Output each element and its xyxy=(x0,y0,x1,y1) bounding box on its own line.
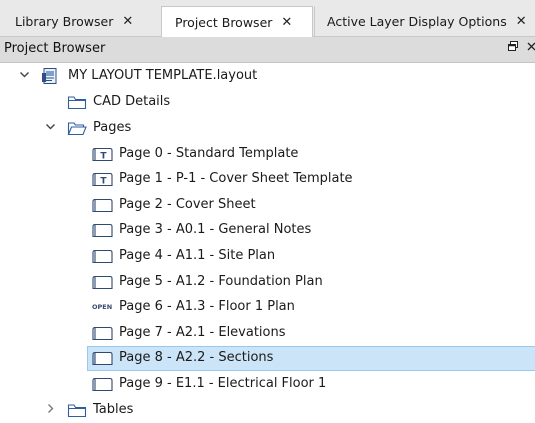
tree-item-root[interactable]: MY LAYOUT TEMPLATE.layout xyxy=(0,64,535,89)
tree-item-cad-details[interactable]: CAD Details xyxy=(0,90,535,115)
template-page-icon: T xyxy=(92,147,114,162)
folder-open-icon xyxy=(67,121,89,136)
close-tab-icon[interactable]: ✕ xyxy=(516,14,527,29)
project-tree: MY LAYOUT TEMPLATE.layout CAD Details Pa… xyxy=(0,62,535,423)
close-tab-icon[interactable]: ✕ xyxy=(122,14,133,29)
folder-icon xyxy=(67,403,89,418)
tree-item-label: Page 4 - A1.1 - Site Plan xyxy=(119,248,276,263)
page-icon xyxy=(92,326,114,341)
tree-item-label: Page 5 - A1.2 - Foundation Plan xyxy=(119,274,323,289)
tree-item-label: Page 3 - A0.1 - General Notes xyxy=(119,222,312,237)
page-icon xyxy=(92,223,114,238)
tree-item-label: Page 8 - A2.2 - Sections xyxy=(119,350,274,365)
page-icon xyxy=(92,249,114,264)
page-item-6[interactable]: OPEN Page 6 - A1.3 - Floor 1 Plan xyxy=(0,295,535,320)
tree-item-label: Pages xyxy=(93,120,132,135)
tree-item-label: Page 1 - P-1 - Cover Sheet Template xyxy=(119,171,353,186)
close-tab-icon[interactable]: ✕ xyxy=(281,15,292,30)
tree-item-label: Page 7 - A2.1 - Elevations xyxy=(119,325,286,340)
tab-library-browser[interactable]: Library Browser ✕ xyxy=(0,6,160,36)
tree-item-label: Tables xyxy=(93,402,134,417)
page-item-0[interactable]: T Page 0 - Standard Template xyxy=(0,142,535,167)
tab-bar: Library Browser ✕ Project Browser ✕ Acti… xyxy=(0,0,535,37)
panel-title: Project Browser xyxy=(4,41,106,56)
tree-item-label: Page 0 - Standard Template xyxy=(119,146,299,161)
page-icon xyxy=(92,377,114,392)
tab-label: Project Browser xyxy=(175,14,273,30)
tree-item-label: Page 6 - A1.3 - Floor 1 Plan xyxy=(119,299,295,314)
float-icon[interactable] xyxy=(507,40,519,55)
page-item-3[interactable]: Page 3 - A0.1 - General Notes xyxy=(0,218,535,243)
page-item-5[interactable]: Page 5 - A1.2 - Foundation Plan xyxy=(0,270,535,295)
tree-item-pages[interactable]: Pages xyxy=(0,116,535,141)
panel-header: Project Browser xyxy=(0,37,535,63)
page-icon xyxy=(92,351,114,366)
page-item-8[interactable]: Page 8 - A2.2 - Sections xyxy=(0,346,535,371)
tree-item-label: MY LAYOUT TEMPLATE.layout xyxy=(68,68,258,83)
tab-label: Library Browser xyxy=(15,14,114,29)
svg-text:T: T xyxy=(100,177,107,187)
tab-label: Active Layer Display Options xyxy=(327,14,507,29)
chevron-right-icon[interactable] xyxy=(43,402,57,418)
open-page-icon: OPEN xyxy=(92,303,113,311)
template-page-icon: T xyxy=(92,172,114,187)
page-item-1[interactable]: T Page 1 - P-1 - Cover Sheet Template xyxy=(0,167,535,192)
page-item-9[interactable]: Page 9 - E1.1 - Electrical Floor 1 xyxy=(0,372,535,397)
chevron-down-icon[interactable] xyxy=(17,68,31,84)
page-icon xyxy=(92,275,114,290)
tab-active-layer-display-options[interactable]: Active Layer Display Options ✕ xyxy=(314,6,535,36)
tree-item-label: Page 2 - Cover Sheet xyxy=(119,197,256,212)
chevron-down-icon[interactable] xyxy=(43,120,57,136)
tree-item-label: Page 9 - E1.1 - Electrical Floor 1 xyxy=(119,376,327,391)
tree-item-tables[interactable]: Tables xyxy=(0,398,535,423)
layout-file-icon xyxy=(41,67,63,84)
svg-text:T: T xyxy=(100,152,107,162)
close-icon[interactable] xyxy=(527,40,535,55)
page-item-7[interactable]: Page 7 - A2.1 - Elevations xyxy=(0,321,535,346)
page-icon xyxy=(92,198,114,213)
panel-controls xyxy=(507,40,535,55)
tree-item-label: CAD Details xyxy=(93,94,171,109)
page-item-2[interactable]: Page 2 - Cover Sheet xyxy=(0,193,535,218)
tab-project-browser[interactable]: Project Browser ✕ xyxy=(161,6,313,37)
page-item-4[interactable]: Page 4 - A1.1 - Site Plan xyxy=(0,244,535,269)
folder-icon xyxy=(67,95,89,110)
